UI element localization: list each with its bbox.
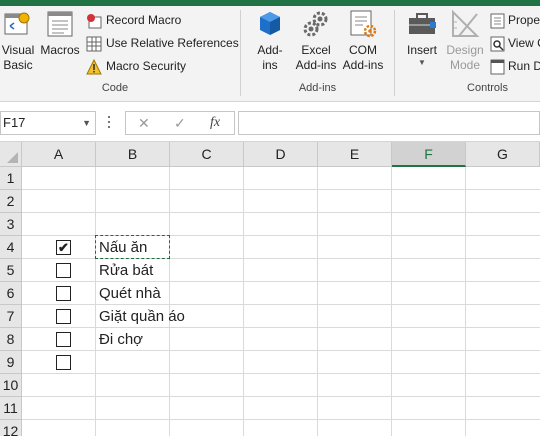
- record-macro-label: Record Macro: [106, 13, 182, 27]
- row-header-5[interactable]: 5: [0, 259, 22, 282]
- com-addins-label: COM Add-ins: [342, 43, 384, 72]
- com-addins-icon: [350, 10, 377, 38]
- macro-security-label: Macro Security: [106, 59, 187, 73]
- name-box[interactable]: F17 ▼: [0, 111, 96, 135]
- macros-label: Macros: [40, 43, 80, 57]
- macros-icon: [47, 11, 73, 37]
- relative-references-button[interactable]: Use Relative References: [86, 33, 239, 53]
- gridline-horizontal: [22, 373, 540, 374]
- row-header-8[interactable]: 8: [0, 328, 22, 351]
- relative-references-label: Use Relative References: [106, 36, 239, 50]
- run-dialog-icon: [490, 59, 505, 75]
- addins-cube-icon: [260, 12, 280, 35]
- gridline-horizontal: [22, 212, 540, 213]
- task-checkbox[interactable]: [56, 263, 71, 278]
- formula-input[interactable]: [238, 111, 540, 135]
- row-header-12[interactable]: 12: [0, 420, 22, 436]
- task-checkbox[interactable]: [56, 309, 71, 324]
- copy-marquee: [95, 235, 170, 259]
- warning-icon: [86, 58, 102, 75]
- excel-addins-button[interactable]: Excel Add-ins: [292, 8, 340, 73]
- com-addins-button[interactable]: COM Add-ins: [340, 8, 386, 73]
- view-code-button[interactable]: View C: [490, 33, 540, 53]
- code-group-label: Code: [101, 82, 129, 94]
- record-macro-icon: [87, 13, 102, 29]
- design-mode-label: Design Mode: [446, 43, 484, 72]
- run-dialog-label: Run D: [508, 59, 540, 73]
- view-code-icon: [490, 36, 505, 52]
- chevron-down-icon[interactable]: ▼: [82, 112, 91, 134]
- row-header-10[interactable]: 10: [0, 374, 22, 397]
- row-header-1[interactable]: 1: [0, 167, 22, 190]
- task-checkbox[interactable]: [56, 332, 71, 347]
- addins-label: Add- ins: [257, 43, 283, 72]
- controls-group-label: Controls: [467, 82, 508, 94]
- relative-references-icon: [86, 36, 102, 52]
- addins-group-label: Add-ins: [298, 82, 337, 94]
- properties-icon: [490, 13, 505, 29]
- column-header-c[interactable]: C: [170, 142, 244, 167]
- design-mode-icon: [452, 9, 480, 37]
- macro-security-button[interactable]: Macro Security: [86, 56, 186, 76]
- select-all-corner[interactable]: [0, 142, 22, 167]
- record-macro-button[interactable]: Record Macro: [86, 10, 181, 30]
- worksheet-grid[interactable]: A B C D E F G 1 2 3 4 5 6 7 8 9 10 11 12 ✔ Nấu ăn Rửa bát Qué…: [0, 142, 540, 436]
- gridline-horizontal: [22, 189, 540, 190]
- task-label[interactable]: Đi chợ: [99, 328, 143, 351]
- resize-handle[interactable]: [108, 116, 111, 130]
- developer-ribbon: Visual Basic Macros Record Macro Use Rel…: [0, 6, 540, 102]
- gridline-horizontal: [22, 396, 540, 397]
- insert-controls-button[interactable]: Insert ▼: [402, 8, 442, 68]
- column-header-a[interactable]: A: [22, 142, 96, 167]
- row-header-4[interactable]: 4: [0, 236, 22, 259]
- column-header-g[interactable]: G: [466, 142, 540, 167]
- insert-label: Insert: [406, 43, 437, 57]
- design-mode-button[interactable]: Design Mode: [444, 8, 486, 73]
- addins-button[interactable]: Add- ins: [250, 8, 290, 73]
- column-header-e[interactable]: E: [318, 142, 392, 167]
- column-header-f[interactable]: F: [392, 142, 466, 167]
- properties-label: Prope: [508, 13, 540, 27]
- row-header-2[interactable]: 2: [0, 190, 22, 213]
- gear-icon: [303, 11, 328, 37]
- enter-icon[interactable]: ✓: [174, 112, 186, 134]
- group-separator: [394, 10, 395, 96]
- row-header-9[interactable]: 9: [0, 351, 22, 374]
- row-header-11[interactable]: 11: [0, 397, 22, 420]
- properties-button[interactable]: Prope: [490, 10, 540, 30]
- row-header-7[interactable]: 7: [0, 305, 22, 328]
- group-separator: [240, 10, 241, 96]
- task-label[interactable]: Quét nhà: [99, 282, 161, 305]
- visual-basic-label: Visual Basic: [1, 43, 35, 72]
- visual-basic-icon: [4, 12, 30, 35]
- view-code-label: View C: [508, 36, 540, 50]
- column-header-d[interactable]: D: [244, 142, 318, 167]
- task-label[interactable]: Giặt quần áo: [99, 305, 185, 328]
- cancel-icon[interactable]: ✕: [138, 112, 150, 134]
- column-header-b[interactable]: B: [96, 142, 170, 167]
- formula-bar: F17 ▼ ✕ ✓ fx: [0, 102, 540, 142]
- task-checkbox[interactable]: ✔: [56, 240, 71, 255]
- task-checkbox[interactable]: [56, 355, 71, 370]
- toolbox-icon: [409, 13, 436, 34]
- excel-addins-label: Excel Add-ins: [295, 43, 337, 72]
- task-checkbox[interactable]: [56, 286, 71, 301]
- run-dialog-button[interactable]: Run D: [490, 56, 540, 76]
- name-box-value: F17: [3, 115, 26, 130]
- task-label[interactable]: Rửa bát: [99, 259, 153, 282]
- row-header-6[interactable]: 6: [0, 282, 22, 305]
- row-header-3[interactable]: 3: [0, 213, 22, 236]
- gridline-horizontal: [22, 419, 540, 420]
- chevron-down-icon: ▼: [418, 58, 426, 67]
- formula-buttons: ✕ ✓ fx: [125, 111, 235, 135]
- visual-basic-button[interactable]: Visual Basic: [0, 8, 36, 73]
- macros-button[interactable]: Macros: [38, 8, 82, 58]
- insert-function-button[interactable]: fx: [210, 112, 220, 134]
